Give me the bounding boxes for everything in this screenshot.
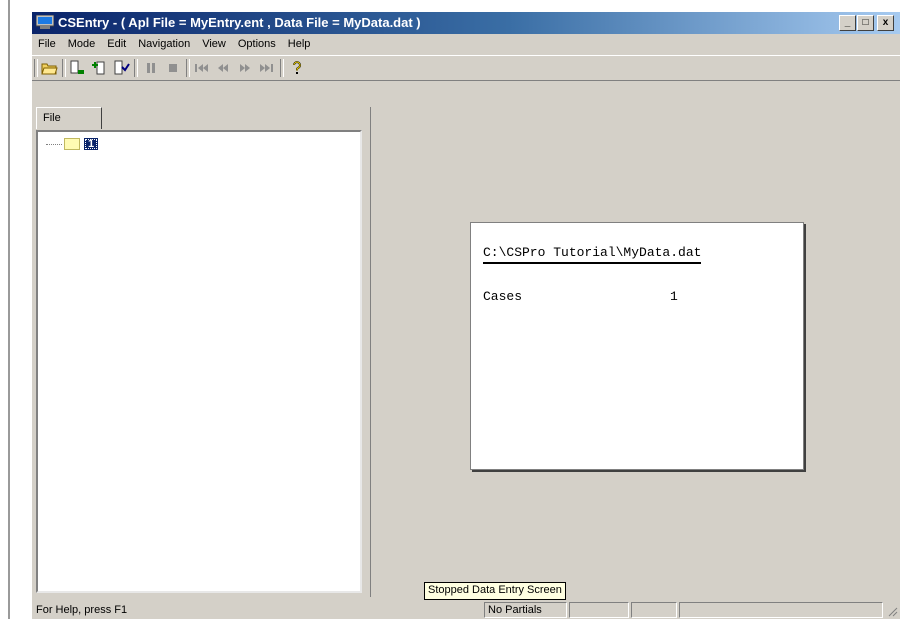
app-window: CSEntry - ( Apl File = MyEntry.ent , Dat… — [32, 12, 900, 619]
first-case-icon[interactable] — [192, 59, 210, 77]
minimize-button[interactable]: _ — [839, 15, 856, 31]
case-tree[interactable]: 1 — [36, 130, 362, 593]
title-bar[interactable]: CSEntry - ( Apl File = MyEntry.ent , Dat… — [32, 12, 900, 34]
data-file-path: C:\CSPro Tutorial\MyData.dat — [483, 245, 702, 264]
menu-help[interactable]: Help — [282, 38, 317, 50]
status-partials: No Partials — [484, 602, 567, 618]
tooltip: Stopped Data Entry Screen — [424, 582, 566, 600]
last-case-icon[interactable] — [258, 59, 276, 77]
previous-case-icon[interactable] — [214, 59, 232, 77]
cases-count: 1 — [670, 289, 678, 304]
maximize-button[interactable]: □ — [857, 15, 874, 31]
tab-file[interactable]: File — [36, 107, 102, 129]
menu-mode[interactable]: Mode — [62, 38, 102, 50]
close-button[interactable]: x — [877, 15, 894, 31]
status-bar: For Help, press F1 No Partials — [32, 601, 900, 619]
toolbar-separator — [280, 59, 284, 77]
status-cell — [679, 602, 883, 618]
menu-bar: File Mode Edit Navigation View Options H… — [32, 35, 900, 53]
pane-splitter[interactable] — [370, 107, 375, 597]
status-cell — [569, 602, 629, 618]
add-case-icon[interactable] — [68, 59, 86, 77]
toolbar-separator — [62, 59, 66, 77]
open-icon[interactable] — [40, 59, 58, 77]
toolbar-separator — [134, 59, 138, 77]
toolbar-separator — [34, 59, 38, 77]
tree-node[interactable]: 1 — [46, 138, 99, 150]
status-help-text: For Help, press F1 — [36, 604, 128, 616]
window-title: CSEntry - ( Apl File = MyEntry.ent , Dat… — [58, 15, 421, 30]
app-icon — [36, 15, 54, 29]
menu-edit[interactable]: Edit — [101, 38, 132, 50]
menu-navigation[interactable]: Navigation — [132, 38, 196, 50]
divider — [8, 0, 10, 619]
verify-case-icon[interactable] — [112, 59, 130, 77]
cases-label: Cases — [483, 289, 523, 304]
pause-icon[interactable] — [142, 59, 160, 77]
help-icon[interactable] — [288, 59, 306, 77]
caption-buttons: _ □ x — [838, 15, 894, 31]
tree-connector — [46, 143, 62, 145]
modify-case-icon[interactable] — [90, 59, 108, 77]
data-file-summary: C:\CSPro Tutorial\MyData.dat Cases 1 — [470, 222, 804, 470]
stop-icon[interactable] — [164, 59, 182, 77]
menu-options[interactable]: Options — [232, 38, 282, 50]
status-cell — [631, 602, 677, 618]
menu-file[interactable]: File — [32, 38, 62, 50]
toolbar-separator — [186, 59, 190, 77]
folder-icon — [64, 138, 80, 150]
toolbar — [32, 55, 900, 81]
tree-node-label[interactable]: 1 — [84, 138, 99, 150]
background-strip — [0, 0, 12, 619]
resize-grip-icon[interactable] — [886, 605, 898, 617]
next-case-icon[interactable] — [236, 59, 254, 77]
menu-view[interactable]: View — [196, 38, 232, 50]
